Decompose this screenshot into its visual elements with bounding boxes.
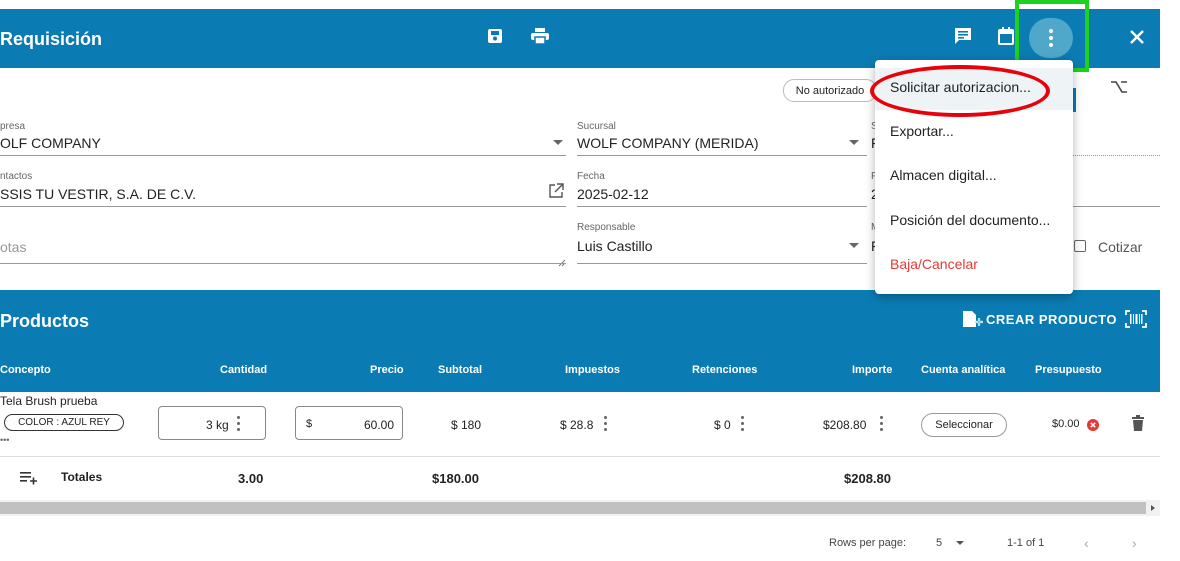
- partial-underline-f: [1073, 206, 1160, 207]
- cotizar-label: Cotizar: [1098, 239, 1143, 255]
- column-header-retenciones: Retenciones: [692, 364, 758, 376]
- comment-icon[interactable]: [953, 27, 973, 45]
- totals-subtotal: $180.00: [432, 471, 479, 486]
- fecha-label: Fecha: [577, 171, 605, 182]
- subtotal-value: $ 180: [451, 418, 482, 432]
- products-header: [0, 290, 1160, 392]
- delete-icon[interactable]: [1132, 415, 1144, 431]
- barcode-icon[interactable]: [1125, 310, 1147, 328]
- tab-indicator: [1073, 88, 1076, 112]
- create-product-button[interactable]: CREAR PRODUCTO: [986, 312, 1117, 327]
- highlight-oval: [870, 65, 1050, 117]
- budget-value: $0.00: [1052, 418, 1080, 430]
- calendar-icon[interactable]: [997, 26, 1015, 46]
- scrollbar-thumb[interactable]: [0, 502, 1146, 514]
- amount-value: $208.80: [823, 418, 867, 432]
- column-header-cantidad: Cantidad: [220, 364, 268, 376]
- chevron-left-icon[interactable]: ‹: [1084, 536, 1089, 550]
- sucursal-underline: [577, 155, 867, 156]
- responsable-label: Responsable: [577, 222, 636, 233]
- contactos-field[interactable]: SSIS TU VESTIR, S.A. DE C.V.: [0, 186, 196, 202]
- cotizar-checkbox[interactable]: [1074, 240, 1086, 252]
- totals-amount: $208.80: [844, 471, 891, 486]
- empresa-underline: [0, 155, 566, 156]
- retentions-value: $ 0: [714, 418, 731, 432]
- rows-per-page-label: Rows per page:: [829, 537, 907, 549]
- more-vert-icon[interactable]: [601, 413, 609, 433]
- row-divider: [0, 456, 1160, 457]
- quantity-value: 3 kg: [206, 418, 229, 432]
- add-product-icon[interactable]: [961, 309, 983, 329]
- print-icon[interactable]: [530, 27, 550, 45]
- column-header-cuenta-analitica: Cuenta analítica: [921, 364, 1006, 376]
- taxes-value: $ 28.8: [560, 418, 594, 432]
- column-header-presupuesto: Presupuesto: [1035, 364, 1102, 376]
- sucursal-label: Sucursal: [577, 121, 616, 132]
- contactos-underline: [0, 206, 566, 207]
- chevron-right-icon[interactable]: ›: [1132, 536, 1137, 550]
- pagination-range: 1-1 of 1: [1007, 537, 1045, 549]
- chevron-down-icon[interactable]: [849, 243, 859, 248]
- menu-item-digital-storage[interactable]: Almacen digital...: [890, 167, 997, 183]
- products-title: Productos: [0, 311, 90, 331]
- fecha-field[interactable]: 2025-02-12: [577, 186, 649, 202]
- menu-item-export[interactable]: Exportar...: [890, 123, 954, 139]
- totals-label: Totales: [61, 470, 103, 484]
- responsable-underline: [577, 263, 867, 264]
- more-vert-icon[interactable]: [877, 413, 885, 433]
- contactos-label: ntactos: [0, 171, 33, 182]
- column-header-impuestos: Impuestos: [565, 364, 621, 376]
- empresa-label: presa: [0, 121, 26, 132]
- rows-per-page-select[interactable]: 5: [936, 537, 942, 549]
- responsable-select[interactable]: Luis Castillo: [577, 238, 652, 254]
- variant-chip[interactable]: COLOR : AZUL REY: [4, 414, 124, 431]
- select-account-button[interactable]: Seleccionar: [921, 413, 1007, 437]
- product-name: Tela Brush prueba: [0, 394, 98, 408]
- close-icon[interactable]: [1128, 28, 1146, 46]
- sucursal-select[interactable]: WOLF COMPANY (MERIDA): [577, 135, 759, 151]
- price-value: 60.00: [364, 418, 395, 432]
- error-icon: [1087, 418, 1099, 431]
- resize-handle-icon[interactable]: [558, 254, 566, 267]
- column-header-concepto: Concepto: [0, 364, 51, 376]
- open-external-icon[interactable]: [548, 183, 564, 199]
- column-header-subtotal: Subtotal: [438, 364, 482, 376]
- price-currency: $: [306, 418, 313, 430]
- scroll-right-icon[interactable]: [1151, 505, 1155, 511]
- more-vert-icon[interactable]: [234, 413, 242, 433]
- save-icon[interactable]: [486, 27, 504, 45]
- menu-item-cancel[interactable]: Baja/Cancelar: [890, 256, 978, 272]
- chevron-down-icon[interactable]: [553, 140, 563, 145]
- empresa-field[interactable]: OLF COMPANY: [0, 135, 101, 151]
- partial-underline-s: [1073, 155, 1160, 156]
- column-header-precio: Precio: [370, 364, 404, 376]
- option-icon[interactable]: [1110, 80, 1130, 96]
- notas-field[interactable]: otas: [0, 239, 26, 255]
- more-vert-icon[interactable]: [738, 413, 746, 433]
- page-title: Requisición: [0, 29, 103, 49]
- column-header-importe: Importe: [852, 364, 893, 376]
- fecha-underline: [577, 206, 867, 207]
- chevron-down-icon[interactable]: [956, 541, 964, 545]
- chevron-down-icon[interactable]: [849, 140, 859, 145]
- more-options[interactable]: •••: [0, 435, 9, 445]
- playlist-add-icon[interactable]: [20, 471, 38, 485]
- status-badge: No autorizado: [783, 79, 877, 102]
- menu-item-document-position[interactable]: Posición del documento...: [890, 212, 1050, 228]
- totals-quantity: 3.00: [238, 471, 264, 486]
- notas-underline: [0, 263, 566, 264]
